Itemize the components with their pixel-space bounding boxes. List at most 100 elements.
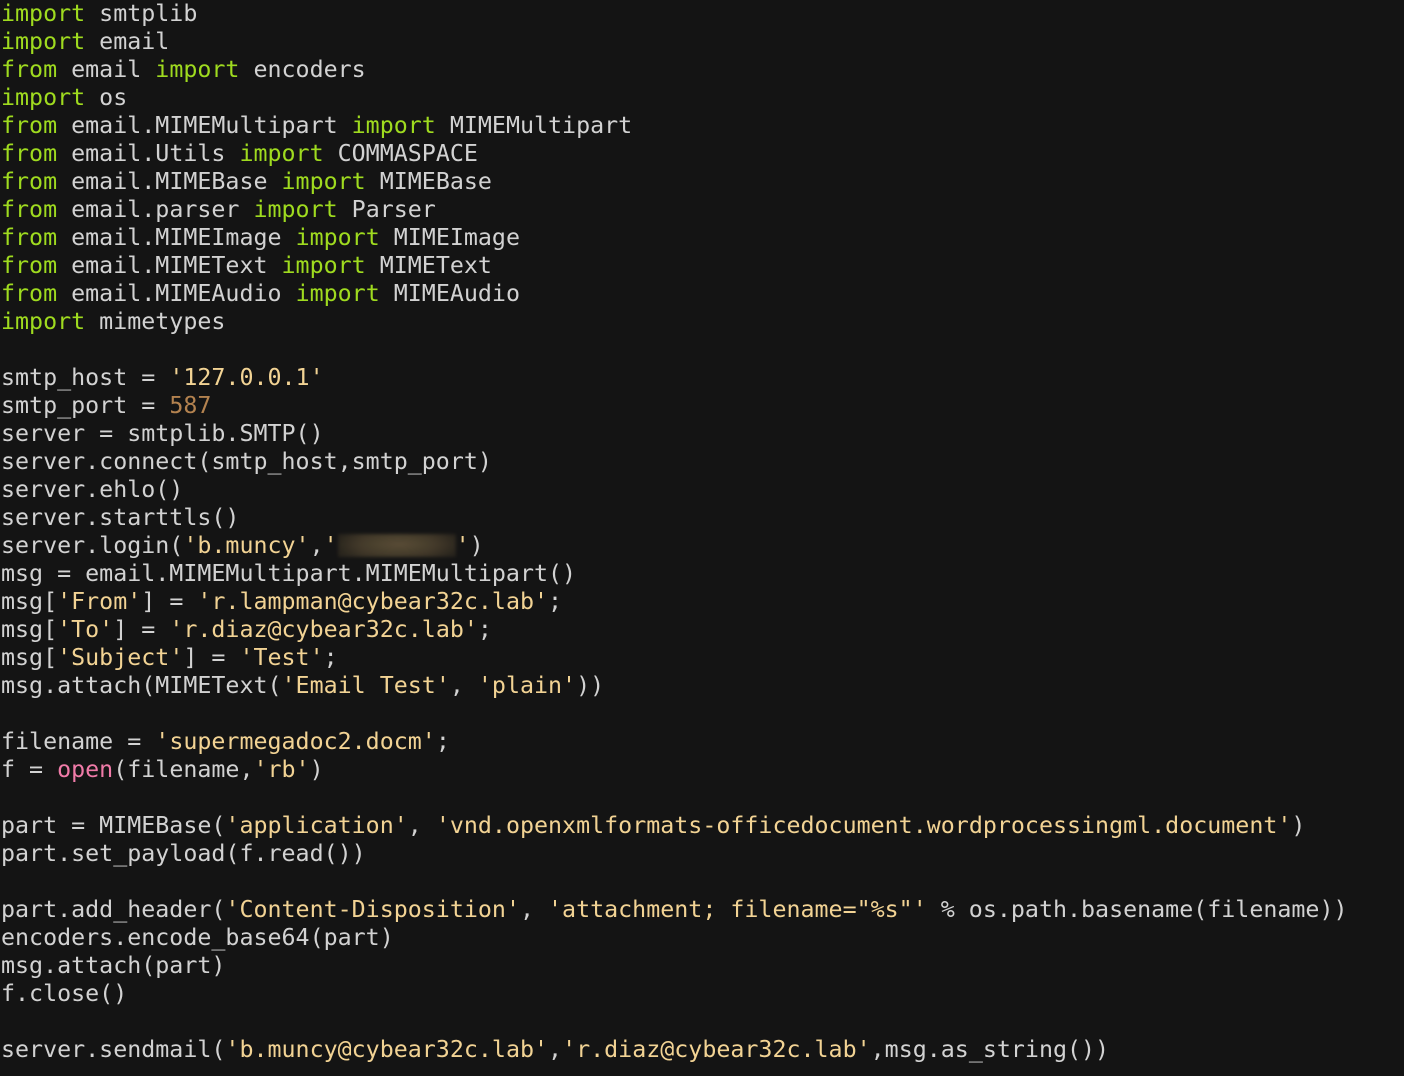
code-line[interactable]: server.starttls() bbox=[0, 504, 1404, 532]
code-line[interactable]: msg['To'] = 'r.diaz@cybear32c.lab'; bbox=[0, 616, 1404, 644]
token-text: ,msg.as_string()) bbox=[871, 1036, 1109, 1063]
token-text: msg[ bbox=[1, 588, 57, 615]
token-text: ) bbox=[1291, 812, 1305, 839]
token-text: smtp_port = bbox=[1, 392, 169, 419]
token-keyword: import bbox=[1, 0, 85, 27]
token-text: MIMEAudio bbox=[380, 280, 520, 307]
code-line[interactable]: server.ehlo() bbox=[0, 476, 1404, 504]
code-line[interactable]: server.connect(smtp_host,smtp_port) bbox=[0, 448, 1404, 476]
token-text: part = MIMEBase( bbox=[1, 812, 225, 839]
code-line[interactable]: server = smtplib.SMTP() bbox=[0, 420, 1404, 448]
token-string: 'vnd.openxmlformats-officedocument.wordp… bbox=[436, 812, 1292, 839]
token-string: 'r.diaz@cybear32c.lab' bbox=[562, 1036, 871, 1063]
token-string: ' bbox=[324, 532, 338, 559]
token-string: 'Content-Disposition' bbox=[225, 896, 520, 923]
token-text: email.MIMEBase bbox=[57, 168, 281, 195]
token-keyword: import bbox=[1, 84, 85, 111]
code-line[interactable]: msg.attach(part) bbox=[0, 952, 1404, 980]
code-line[interactable]: from email.MIMEBase import MIMEBase bbox=[0, 168, 1404, 196]
code-line[interactable]: part.set_payload(f.read()) bbox=[0, 840, 1404, 868]
code-line[interactable]: from email.MIMEAudio import MIMEAudio bbox=[0, 280, 1404, 308]
token-keyword: import bbox=[352, 112, 436, 139]
code-line[interactable]: from email.Utils import COMMASPACE bbox=[0, 140, 1404, 168]
token-keyword: import bbox=[282, 252, 366, 279]
token-text: MIMEBase bbox=[366, 168, 492, 195]
code-line[interactable] bbox=[0, 868, 1404, 896]
code-line[interactable]: import smtplib bbox=[0, 0, 1404, 28]
code-editor[interactable]: import smtplibimport emailfrom email imp… bbox=[0, 0, 1404, 1076]
token-text: email.MIMEMultipart bbox=[57, 112, 352, 139]
token-text: email bbox=[57, 56, 155, 83]
code-line[interactable]: from email.MIMEMultipart import MIMEMult… bbox=[0, 112, 1404, 140]
token-text: msg.attach(part) bbox=[1, 952, 225, 979]
code-line[interactable]: msg['From'] = 'r.lampman@cybear32c.lab'; bbox=[0, 588, 1404, 616]
token-keyword: import bbox=[1, 308, 85, 335]
token-keyword: import bbox=[155, 56, 239, 83]
token-keyword: from bbox=[1, 224, 57, 251]
code-line[interactable]: from email.MIMEImage import MIMEImage bbox=[0, 224, 1404, 252]
token-text: os bbox=[85, 84, 127, 111]
token-text: , bbox=[520, 896, 548, 923]
token-text: , bbox=[408, 812, 436, 839]
code-line[interactable]: from email import encoders bbox=[0, 56, 1404, 84]
token-text: msg[ bbox=[1, 644, 57, 671]
code-line[interactable]: smtp_host = '127.0.0.1' bbox=[0, 364, 1404, 392]
token-keyword: from bbox=[1, 140, 57, 167]
token-string: 'From' bbox=[57, 588, 141, 615]
code-line[interactable]: import mimetypes bbox=[0, 308, 1404, 336]
code-line[interactable]: f.close() bbox=[0, 980, 1404, 1008]
token-keyword: import bbox=[282, 168, 366, 195]
code-line[interactable]: smtp_port = 587 bbox=[0, 392, 1404, 420]
code-line[interactable]: part.add_header('Content-Disposition', '… bbox=[0, 896, 1404, 924]
token-text: mimetypes bbox=[85, 308, 225, 335]
token-text: % os.path.basename(filename)) bbox=[927, 896, 1348, 923]
token-text: ; bbox=[478, 616, 492, 643]
token-string: 'plain' bbox=[478, 672, 576, 699]
token-string: 'Email Test' bbox=[282, 672, 450, 699]
code-line[interactable]: part = MIMEBase('application', 'vnd.open… bbox=[0, 812, 1404, 840]
token-text: email.parser bbox=[57, 196, 253, 223]
token-string: 'To' bbox=[57, 616, 113, 643]
token-text: server.connect(smtp_host,smtp_port) bbox=[1, 448, 492, 475]
code-line[interactable]: import email bbox=[0, 28, 1404, 56]
token-keyword: from bbox=[1, 280, 57, 307]
code-line[interactable]: server.sendmail('b.muncy@cybear32c.lab',… bbox=[0, 1036, 1404, 1064]
code-line[interactable] bbox=[0, 336, 1404, 364]
code-line[interactable]: msg = email.MIMEMultipart.MIMEMultipart(… bbox=[0, 560, 1404, 588]
code-line[interactable]: import os bbox=[0, 84, 1404, 112]
token-string: 'application' bbox=[225, 812, 407, 839]
code-line[interactable] bbox=[0, 784, 1404, 812]
token-string: '127.0.0.1' bbox=[169, 364, 323, 391]
token-string: 'supermegadoc2.docm' bbox=[155, 728, 436, 755]
token-text: (filename, bbox=[113, 756, 253, 783]
token-text: email.MIMEImage bbox=[57, 224, 295, 251]
code-line[interactable] bbox=[0, 700, 1404, 728]
token-text: encoders.encode_base64(part) bbox=[1, 924, 394, 951]
token-builtin: open bbox=[57, 756, 113, 783]
token-text: COMMASPACE bbox=[324, 140, 478, 167]
token-text: MIMEMultipart bbox=[436, 112, 632, 139]
token-string: 'Subject' bbox=[57, 644, 183, 671]
token-text: email bbox=[85, 28, 169, 55]
token-keyword: import bbox=[253, 196, 337, 223]
token-text: f = bbox=[1, 756, 57, 783]
code-line[interactable]: server.login('b.muncy','') bbox=[0, 532, 1404, 560]
code-line[interactable]: encoders.encode_base64(part) bbox=[0, 924, 1404, 952]
token-text: msg[ bbox=[1, 616, 57, 643]
code-line[interactable]: f = open(filename,'rb') bbox=[0, 756, 1404, 784]
token-string: 'r.diaz@cybear32c.lab' bbox=[169, 616, 478, 643]
token-keyword: from bbox=[1, 252, 57, 279]
token-keyword: import bbox=[296, 280, 380, 307]
token-keyword: from bbox=[1, 168, 57, 195]
code-line[interactable]: msg['Subject'] = 'Test'; bbox=[0, 644, 1404, 672]
token-string: 'b.muncy' bbox=[183, 532, 309, 559]
token-text: )) bbox=[576, 672, 604, 699]
token-text: ) bbox=[310, 756, 324, 783]
code-line[interactable]: msg.attach(MIMEText('Email Test', 'plain… bbox=[0, 672, 1404, 700]
code-line[interactable] bbox=[0, 1008, 1404, 1036]
token-text: , bbox=[548, 1036, 562, 1063]
code-line[interactable]: from email.MIMEText import MIMEText bbox=[0, 252, 1404, 280]
code-line[interactable]: from email.parser import Parser bbox=[0, 196, 1404, 224]
token-text: MIMEText bbox=[366, 252, 492, 279]
code-line[interactable]: filename = 'supermegadoc2.docm'; bbox=[0, 728, 1404, 756]
